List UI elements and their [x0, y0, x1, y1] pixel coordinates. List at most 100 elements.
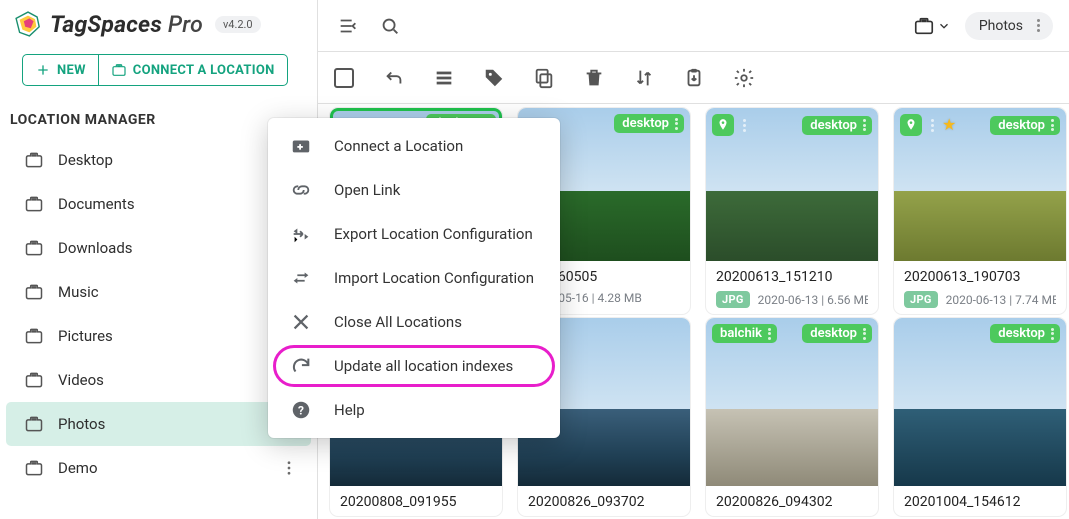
menu-item-close-all-locations[interactable]: Close All Locations	[268, 300, 560, 344]
kebab-icon	[1031, 17, 1045, 35]
tag-chip[interactable]: desktop	[990, 116, 1060, 135]
chevron-down-icon	[937, 19, 951, 33]
kebab-icon	[1051, 119, 1054, 131]
plus-icon	[35, 62, 51, 78]
menu-item-export-location-configuration[interactable]: Export Location Configuration	[268, 212, 560, 256]
select-all-checkbox[interactable]	[332, 66, 356, 90]
menu-collapse-icon	[337, 15, 359, 37]
kebab-icon	[738, 114, 750, 136]
tag-icon	[483, 67, 505, 89]
location-item-documents[interactable]: Documents	[6, 182, 311, 226]
menu-item-connect-a-location[interactable]: Connect a Location	[268, 124, 560, 168]
briefcase-icon	[24, 150, 44, 170]
location-item-pictures[interactable]: Pictures	[6, 314, 311, 358]
location-item-downloads[interactable]: Downloads	[6, 226, 311, 270]
briefcase-icon	[111, 62, 127, 78]
gallery-card[interactable]: balchik desktop 20200826_094302	[706, 318, 878, 516]
menu-item-import-location-configuration[interactable]: Import Location Configuration	[268, 256, 560, 300]
gear-icon	[733, 67, 755, 89]
tag-chip[interactable]: desktop	[802, 116, 872, 135]
import-button[interactable]	[682, 66, 706, 90]
menu-item-update-all-location-indexes[interactable]: Update all location indexes	[268, 344, 560, 388]
brand: TagSpaces Pro v4.2.0	[0, 0, 317, 42]
location-item-videos[interactable]: Videos	[6, 358, 311, 402]
file-name: 20200826_094302	[716, 494, 868, 510]
copy-button[interactable]	[532, 66, 556, 90]
location-item-menu[interactable]	[277, 456, 301, 480]
export-icon	[290, 223, 312, 245]
file-name: 20200613_190703	[904, 269, 1056, 285]
thumbnail-tag-row: desktop	[900, 324, 1060, 343]
briefcase-icon	[913, 15, 935, 37]
menu-item-label: Update all location indexes	[334, 357, 513, 375]
new-folder-icon	[290, 135, 312, 157]
new-button-label: NEW	[57, 63, 86, 78]
new-button[interactable]: NEW	[22, 54, 99, 86]
location-item-music[interactable]: Music	[6, 270, 311, 314]
briefcase-icon	[24, 370, 44, 390]
kebab-icon	[1051, 328, 1054, 340]
location-item-label: Documents	[58, 195, 301, 213]
current-location-label: Photos	[979, 18, 1023, 34]
gallery-card[interactable]: desktop 20200613_151210 JPG2020-06-13 | 6.…	[706, 108, 878, 314]
return-icon	[383, 67, 405, 89]
tag-label: desktop	[810, 118, 857, 133]
list-view-button[interactable]	[432, 66, 456, 90]
tag-chip[interactable]: balchik	[712, 324, 777, 343]
gallery-card[interactable]: ★desktop 20200613_190703 JPG2020-06-13 | 7…	[894, 108, 1066, 314]
search-icon	[379, 15, 401, 37]
settings-button[interactable]	[732, 66, 756, 90]
thumbnail: desktop	[706, 108, 878, 261]
tag-button[interactable]	[482, 66, 506, 90]
kebab-icon	[280, 459, 298, 477]
file-name: 20200613_151210	[716, 269, 868, 285]
thumbnail: balchik desktop	[706, 318, 878, 486]
import-icon	[290, 267, 312, 289]
location-item-label: Demo	[58, 459, 263, 477]
location-item-label: Photos	[58, 415, 263, 433]
file-meta-text: 2020-06-13 | 6.56 MB	[758, 293, 868, 307]
list-icon	[433, 67, 455, 89]
tag-chip[interactable]: desktop	[802, 324, 872, 343]
search-button[interactable]	[376, 12, 404, 40]
tag-chip[interactable]: desktop	[614, 114, 684, 133]
geo-pin-icon	[900, 114, 922, 136]
kebab-icon	[675, 118, 678, 130]
go-parent-button[interactable]	[382, 66, 406, 90]
link-icon	[290, 179, 312, 201]
trash-icon	[583, 67, 605, 89]
help-icon: ?	[290, 399, 312, 421]
location-item-desktop[interactable]: Desktop	[6, 138, 311, 182]
file-meta: JPG2020-06-13 | 7.74 MB	[904, 291, 1056, 308]
file-meta: JPG2020-06-13 | 6.56 MB	[716, 291, 868, 308]
app-logo-icon	[14, 10, 42, 38]
location-item-label: Downloads	[58, 239, 301, 257]
copy-icon	[533, 67, 555, 89]
gallery-card[interactable]: desktop20201004_154612	[894, 318, 1066, 516]
file-name: 20200808_091955	[340, 494, 492, 510]
location-item-demo[interactable]: Demo	[6, 446, 311, 490]
menu-item-label: Help	[334, 401, 365, 419]
thumbnail-tag-row: desktop	[712, 114, 872, 136]
app-title-b: Pro	[162, 11, 203, 38]
tag-chip[interactable]: desktop	[990, 324, 1060, 343]
file-name: 20200826_093702	[528, 494, 680, 510]
toggle-sidebar-button[interactable]	[334, 12, 362, 40]
briefcase-icon	[24, 194, 44, 214]
kebab-icon	[863, 328, 866, 340]
current-location-chip[interactable]: Photos	[965, 12, 1053, 40]
location-item-label: Videos	[58, 371, 301, 389]
menu-item-open-link[interactable]: Open Link	[268, 168, 560, 212]
location-context-menu: Connect a LocationOpen LinkExport Locati…	[268, 118, 560, 438]
location-picker[interactable]	[913, 15, 951, 37]
menu-item-label: Import Location Configuration	[334, 269, 534, 287]
sort-button[interactable]	[632, 66, 656, 90]
menu-item-label: Close All Locations	[334, 313, 462, 331]
tag-label: desktop	[810, 326, 857, 341]
thumbnail: ★desktop	[894, 108, 1066, 261]
delete-button[interactable]	[582, 66, 606, 90]
menu-item-help[interactable]: ? Help	[268, 388, 560, 432]
location-item-photos[interactable]: Photos	[6, 402, 311, 446]
top-bar: Photos	[318, 0, 1069, 52]
connect-location-button[interactable]: CONNECT A LOCATION	[99, 54, 288, 86]
